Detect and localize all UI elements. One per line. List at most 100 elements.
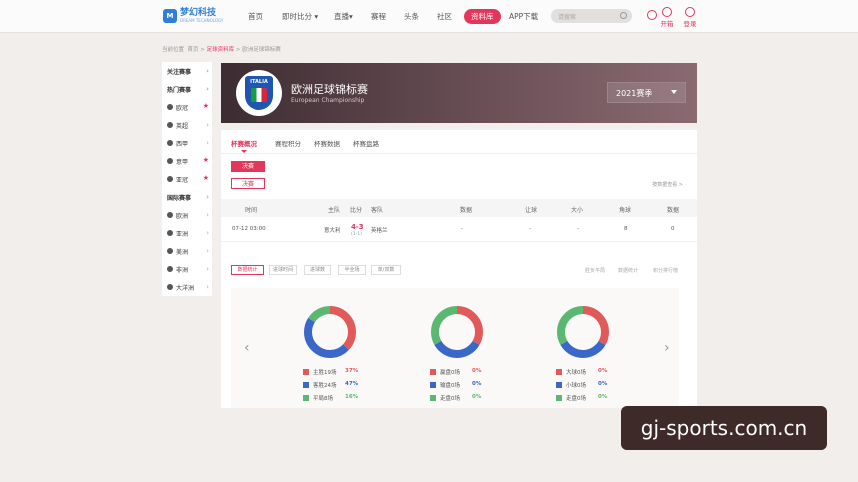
legend-swatch (430, 369, 436, 375)
tab-cup-data[interactable]: 杯赛数据 (314, 138, 340, 148)
match-score[interactable]: 4-3 (351, 223, 364, 231)
stats-donut-chart (557, 306, 609, 358)
sidebar-item-label: 非洲 (176, 266, 189, 274)
chevron-right-icon: › (206, 265, 209, 273)
chevron-right-icon: › (206, 211, 209, 219)
nav-database[interactable]: 资料库 (464, 9, 501, 24)
search-placeholder: 请搜索 (558, 14, 577, 21)
tab-betting-trends[interactable]: 杯赛盘路 (353, 138, 379, 148)
filter-tab-goal-time[interactable]: 进球时间 (269, 265, 297, 275)
breadcrumb-current: 欧洲足球锦标赛 (242, 47, 281, 53)
nav-live-score[interactable]: 即时比分 ▾ (282, 11, 318, 22)
legend-swatch (303, 395, 309, 401)
table-row[interactable]: 07-12 03:00 意大利 4-3 (1-1) 英格兰 - - - 8 0 (221, 220, 697, 242)
nav-headlines[interactable]: 头条 (404, 11, 419, 22)
sidebar-item-label: 亚洲 (176, 230, 189, 238)
sidebar-item[interactable]: 欧洲 › (162, 206, 212, 224)
chevron-right-icon: › (206, 283, 209, 291)
legend-label: 平局8场 (313, 396, 333, 402)
stage-pill-active[interactable]: 决赛 (231, 161, 265, 172)
league-icon (167, 158, 173, 164)
logo[interactable]: M 梦幻科技 DREAM TECHNOLOGY (163, 8, 223, 23)
season-select[interactable]: 2021赛季 (607, 82, 686, 103)
league-icon (167, 284, 173, 290)
login-button[interactable]: 登录 (678, 7, 702, 28)
sidebar-item[interactable]: 西甲 › (162, 134, 212, 152)
away-team[interactable]: 英格兰 (371, 226, 388, 234)
legend-swatch (430, 395, 436, 401)
search-input[interactable]: 请搜索 (551, 9, 632, 23)
filter-tab-odd-even[interactable]: 单/双数 (371, 265, 401, 275)
tab-overview[interactable]: 杯赛概况 (231, 138, 257, 153)
sidebar-item[interactable]: 欧冠 ★ (162, 98, 212, 116)
legend-percent: 0% (472, 394, 482, 400)
nav-schedule[interactable]: 赛程 (371, 11, 386, 22)
sidebar-item[interactable]: 亚洲 › (162, 224, 212, 242)
logo-icon: M (163, 8, 177, 23)
match-time: 07-12 03:00 (232, 226, 266, 232)
main-panel: 杯赛概况 赛程积分 杯赛数据 杯赛盘路 决赛 决赛 按数据查看 > 时间 主队 … (221, 130, 697, 408)
sidebar-item-label: 国际赛事 (167, 194, 192, 202)
tab-schedule-standings[interactable]: 赛程积分 (275, 138, 301, 148)
half-score: (1-1) (351, 232, 362, 237)
chevron-right-icon: › (206, 193, 209, 201)
breadcrumb-section[interactable]: 足球资料库 (207, 47, 235, 53)
league-icon (167, 266, 173, 272)
league-icon (167, 212, 173, 218)
sidebar-item[interactable]: 大洋洲 › (162, 278, 212, 296)
nav-home[interactable]: 首页 (248, 11, 263, 22)
filter-link[interactable]: 积分排行榜 (653, 267, 678, 274)
search-icon[interactable] (620, 12, 627, 19)
logo-subtitle: DREAM TECHNOLOGY (180, 18, 224, 23)
legend-swatch (430, 382, 436, 388)
legend-label: 主胜19场 (313, 370, 337, 376)
legend-swatch (303, 382, 309, 388)
filter-tab-halftime[interactable]: 半全场 (338, 265, 366, 275)
legend-swatch (556, 382, 562, 388)
breadcrumb: 当前位置 首页 > 足球资料库 > 欧洲足球锦标赛 (162, 47, 281, 53)
stage-pill[interactable]: 决赛 (231, 178, 265, 189)
legend-label: 小球0场 (566, 383, 586, 389)
filter-tab-stats[interactable]: 数据统计 (231, 265, 264, 275)
chevron-right-icon[interactable]: › (664, 340, 670, 356)
league-subtitle: European Championship (291, 97, 365, 104)
league-icon (167, 248, 173, 254)
filter-link[interactable]: 数据统计 (618, 267, 638, 274)
filter-link[interactable]: 胜负平局 (585, 267, 605, 274)
sidebar-item[interactable]: 意甲 ★ (162, 152, 212, 170)
home-team[interactable]: 意大利 (324, 226, 341, 234)
sidebar-item[interactable]: 非洲 › (162, 260, 212, 278)
legend-percent: 0% (472, 368, 482, 374)
breadcrumb-home[interactable]: 首页 (188, 47, 199, 53)
legend-label: 客胜24场 (313, 383, 337, 389)
sidebar-item[interactable]: 关注赛事 › (162, 62, 212, 80)
league-icon (167, 140, 173, 146)
sidebar-item[interactable]: 热门赛事 › (162, 80, 212, 98)
open-box-button[interactable]: 开箱 (655, 7, 679, 28)
league-banner: ITALIA 欧洲足球锦标赛 European Championship 202… (221, 63, 697, 123)
sidebar-item[interactable]: 国际赛事 › (162, 188, 212, 206)
team-crest-logo: ITALIA (236, 70, 282, 116)
nav-community[interactable]: 社区 (437, 11, 452, 22)
sidebar-item-label: 英超 (176, 122, 189, 130)
league-icon (167, 230, 173, 236)
legend-percent: 0% (472, 381, 482, 387)
sidebar-item[interactable]: 亚冠 ★ (162, 170, 212, 188)
legend-percent: 16% (345, 394, 359, 400)
star-icon: ★ (202, 102, 209, 110)
legend-label: 走盘0场 (566, 396, 586, 402)
view-by-data-link[interactable]: 按数据查看 > (652, 181, 683, 188)
legend-label: 大球0场 (566, 370, 586, 376)
legend-percent: 0% (598, 368, 608, 374)
chevron-left-icon[interactable]: ‹ (244, 340, 250, 356)
sidebar-item[interactable]: 英超 › (162, 116, 212, 134)
nav-live-stream[interactable]: 直播▾ (334, 11, 353, 22)
tab-bar: 杯赛概况 赛程积分 杯赛数据 杯赛盘路 (221, 130, 697, 154)
chevron-right-icon: › (206, 67, 209, 75)
filter-tab-goals[interactable]: 进球数 (304, 265, 331, 275)
league-title: 欧洲足球锦标赛 (291, 83, 368, 96)
sidebar-item-label: 大洋洲 (176, 284, 195, 292)
sidebar-item[interactable]: 美洲 › (162, 242, 212, 260)
nav-app-download[interactable]: APP下载 (509, 11, 538, 22)
sidebar-item-label: 意甲 (176, 158, 189, 166)
